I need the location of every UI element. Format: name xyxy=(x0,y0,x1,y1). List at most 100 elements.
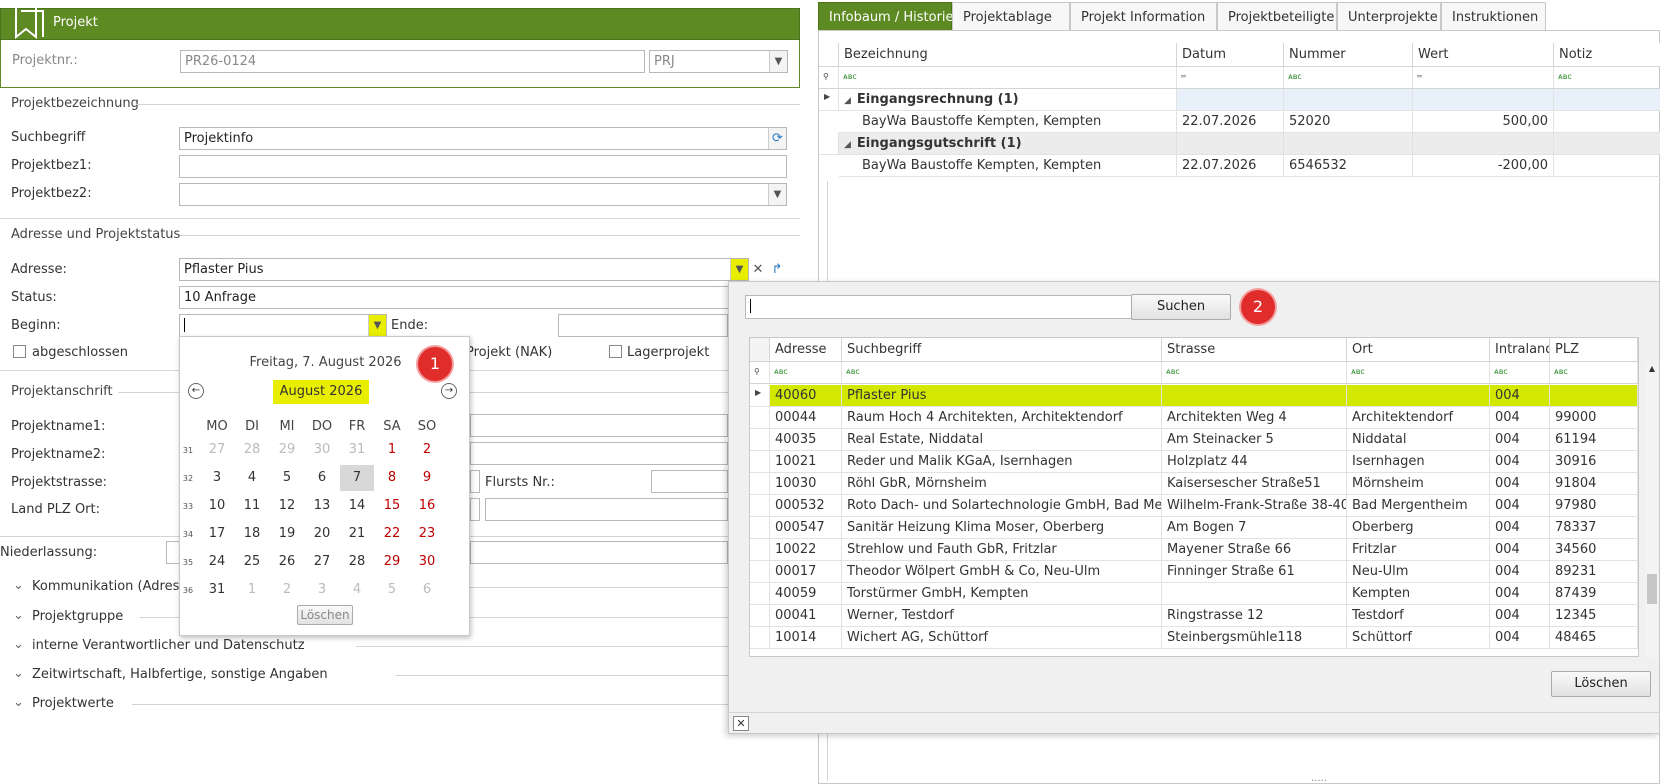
table-cell[interactable]: 004 xyxy=(1490,627,1550,649)
projektname2-input[interactable] xyxy=(470,442,728,465)
calendar-day[interactable]: 28 xyxy=(235,437,269,463)
table-cell[interactable]: Am Bogen 7 xyxy=(1162,517,1347,539)
table-cell[interactable]: Torstürmer GmbH, Kempten xyxy=(842,583,1162,605)
table-cell[interactable]: Fritzlar xyxy=(1347,539,1490,561)
table-cell[interactable]: 6546532 xyxy=(1284,155,1413,177)
abc-filter-icon[interactable]: ᴀʙc xyxy=(770,362,842,384)
calendar-day[interactable]: 25 xyxy=(235,549,269,575)
table-cell[interactable]: BayWa Baustoffe Kempten, Kempten xyxy=(857,111,1177,133)
column-header[interactable]: Suchbegriff xyxy=(842,338,1162,362)
table-cell[interactable]: 004 xyxy=(1490,517,1550,539)
calendar-day[interactable]: 4 xyxy=(340,577,374,603)
calendar-day[interactable]: 28 xyxy=(340,549,374,575)
table-cell[interactable]: Sanitär Heizung Klima Moser, Oberberg xyxy=(842,517,1162,539)
table-cell[interactable]: 52020 xyxy=(1284,111,1413,133)
table-cell[interactable]: 004 xyxy=(1490,385,1550,407)
collapse-triangle-icon[interactable]: ◢ xyxy=(844,140,851,150)
table-cell[interactable]: Steinbergsmühle118 xyxy=(1162,627,1347,649)
tab-4[interactable]: Unterprojekte xyxy=(1337,2,1441,30)
chevron-down-icon[interactable]: ▼ xyxy=(769,51,787,72)
table-cell[interactable]: Architektendorf xyxy=(1347,407,1490,429)
table-cell[interactable]: 004 xyxy=(1490,605,1550,627)
calendar-day[interactable]: 12 xyxy=(270,493,304,519)
table-cell[interactable]: 004 xyxy=(1490,473,1550,495)
table-cell[interactable] xyxy=(1162,583,1347,605)
abc-filter-icon[interactable]: ᴀʙc xyxy=(842,362,1162,384)
table-cell[interactable]: Röhl GbR, Mörnsheim xyxy=(842,473,1162,495)
column-header[interactable]: Datum xyxy=(1177,43,1284,67)
ende-date-input[interactable] xyxy=(558,314,728,337)
calendar-day[interactable]: 31 xyxy=(200,577,234,603)
calendar-day[interactable]: 13 xyxy=(305,493,339,519)
calendar-day[interactable]: 3 xyxy=(305,577,339,603)
table-cell[interactable]: Mörnsheim xyxy=(1347,473,1490,495)
chevron-down-icon[interactable]: ⌄ xyxy=(13,608,24,623)
prev-month-icon[interactable]: ← xyxy=(188,383,204,399)
group-row[interactable]: ◢ Eingangsrechnung (1) xyxy=(839,89,1177,111)
column-header[interactable]: PLZ xyxy=(1550,338,1638,362)
calendar-day[interactable]: 16 xyxy=(410,493,444,519)
address-lookup-popup[interactable]: Suchen 2 Adresse Suchbegriff Strasse Ort Int… xyxy=(728,281,1660,734)
table-cell[interactable]: 004 xyxy=(1490,561,1550,583)
calendar-day[interactable]: 5 xyxy=(375,577,409,603)
equals-filter-icon[interactable]: ═ xyxy=(1413,67,1554,89)
calendar-day[interactable]: 4 xyxy=(235,465,269,491)
flursts-input[interactable] xyxy=(651,470,728,493)
table-cell[interactable]: 12345 xyxy=(1550,605,1638,627)
projektbez1-input[interactable] xyxy=(179,155,787,178)
table-cell[interactable]: 00044 xyxy=(770,407,842,429)
calendar-day[interactable]: 1 xyxy=(235,577,269,603)
table-cell[interactable]: Wichert AG, Schüttorf xyxy=(842,627,1162,649)
table-cell[interactable]: 40060 xyxy=(770,385,842,407)
table-cell[interactable]: 89231 xyxy=(1550,561,1638,583)
calendar-day[interactable]: 21 xyxy=(340,521,374,547)
collapsed-section[interactable]: ⌄ Projektwerte xyxy=(0,690,800,716)
table-cell[interactable]: Raum Hoch 4 Architekten, Architektendorf xyxy=(842,407,1162,429)
lookup-search-button[interactable]: Suchen xyxy=(1131,294,1231,320)
abc-filter-icon[interactable]: ᴀʙc xyxy=(1284,67,1413,89)
calendar-day[interactable]: 23 xyxy=(410,521,444,547)
table-cell[interactable]: 87439 xyxy=(1550,583,1638,605)
table-cell[interactable]: 99000 xyxy=(1550,407,1638,429)
niederlassung-input[interactable] xyxy=(166,541,180,564)
calendar-day[interactable]: 31 xyxy=(340,437,374,463)
abc-filter-icon[interactable]: ᴀʙc xyxy=(1162,362,1347,384)
calendar-day[interactable]: 30 xyxy=(305,437,339,463)
table-cell[interactable]: 000547 xyxy=(770,517,842,539)
table-cell[interactable]: Am Steinacker 5 xyxy=(1162,429,1347,451)
projekt-type-select[interactable]: PRJ ▼ xyxy=(649,50,788,73)
calendar-day[interactable]: 18 xyxy=(235,521,269,547)
calendar-day[interactable]: 10 xyxy=(200,493,234,519)
abc-filter-icon[interactable]: ᴀʙc xyxy=(1347,362,1490,384)
calendar-day[interactable]: 5 xyxy=(270,465,304,491)
status-input[interactable]: 10 Anfrage xyxy=(179,286,729,309)
table-cell[interactable]: Werner, Testdorf xyxy=(842,605,1162,627)
table-cell[interactable] xyxy=(1162,385,1347,407)
table-cell[interactable]: Schüttorf xyxy=(1347,627,1490,649)
table-cell[interactable]: 40059 xyxy=(770,583,842,605)
beginn-date-input[interactable]: ▼ xyxy=(179,314,387,337)
projektname1-input[interactable] xyxy=(470,414,728,437)
table-cell[interactable]: Isernhagen xyxy=(1347,451,1490,473)
column-header[interactable]: Bezeichnung xyxy=(839,43,1177,67)
table-cell[interactable]: Roto Dach- und Solartechnologie GmbH, Ba… xyxy=(842,495,1162,517)
table-cell[interactable]: Kaisersescher Straße51 xyxy=(1162,473,1347,495)
table-cell[interactable]: Mayener Straße 66 xyxy=(1162,539,1347,561)
chevron-down-icon[interactable]: ▼ xyxy=(368,315,386,336)
chevron-down-icon[interactable]: ⌄ xyxy=(13,695,24,710)
calendar-day[interactable]: 3 xyxy=(200,465,234,491)
date-picker[interactable]: Freitag, 7. August 2026 ← August 2026 → … xyxy=(179,336,470,636)
table-cell[interactable]: 00017 xyxy=(770,561,842,583)
abc-filter-icon[interactable]: ᴀʙc xyxy=(839,67,1177,89)
calendar-day[interactable]: 17 xyxy=(200,521,234,547)
calendar-day[interactable]: 7 xyxy=(340,465,374,491)
table-cell[interactable]: 004 xyxy=(1490,429,1550,451)
table-cell[interactable]: 004 xyxy=(1490,407,1550,429)
calendar-day[interactable]: 2 xyxy=(270,577,304,603)
calendar-day[interactable]: 15 xyxy=(375,493,409,519)
calendar-day[interactable]: 27 xyxy=(305,549,339,575)
table-cell[interactable]: 10030 xyxy=(770,473,842,495)
table-cell[interactable]: BayWa Baustoffe Kempten, Kempten xyxy=(857,155,1177,177)
clear-icon[interactable]: ✕ xyxy=(749,258,767,281)
table-cell[interactable]: 30916 xyxy=(1550,451,1638,473)
